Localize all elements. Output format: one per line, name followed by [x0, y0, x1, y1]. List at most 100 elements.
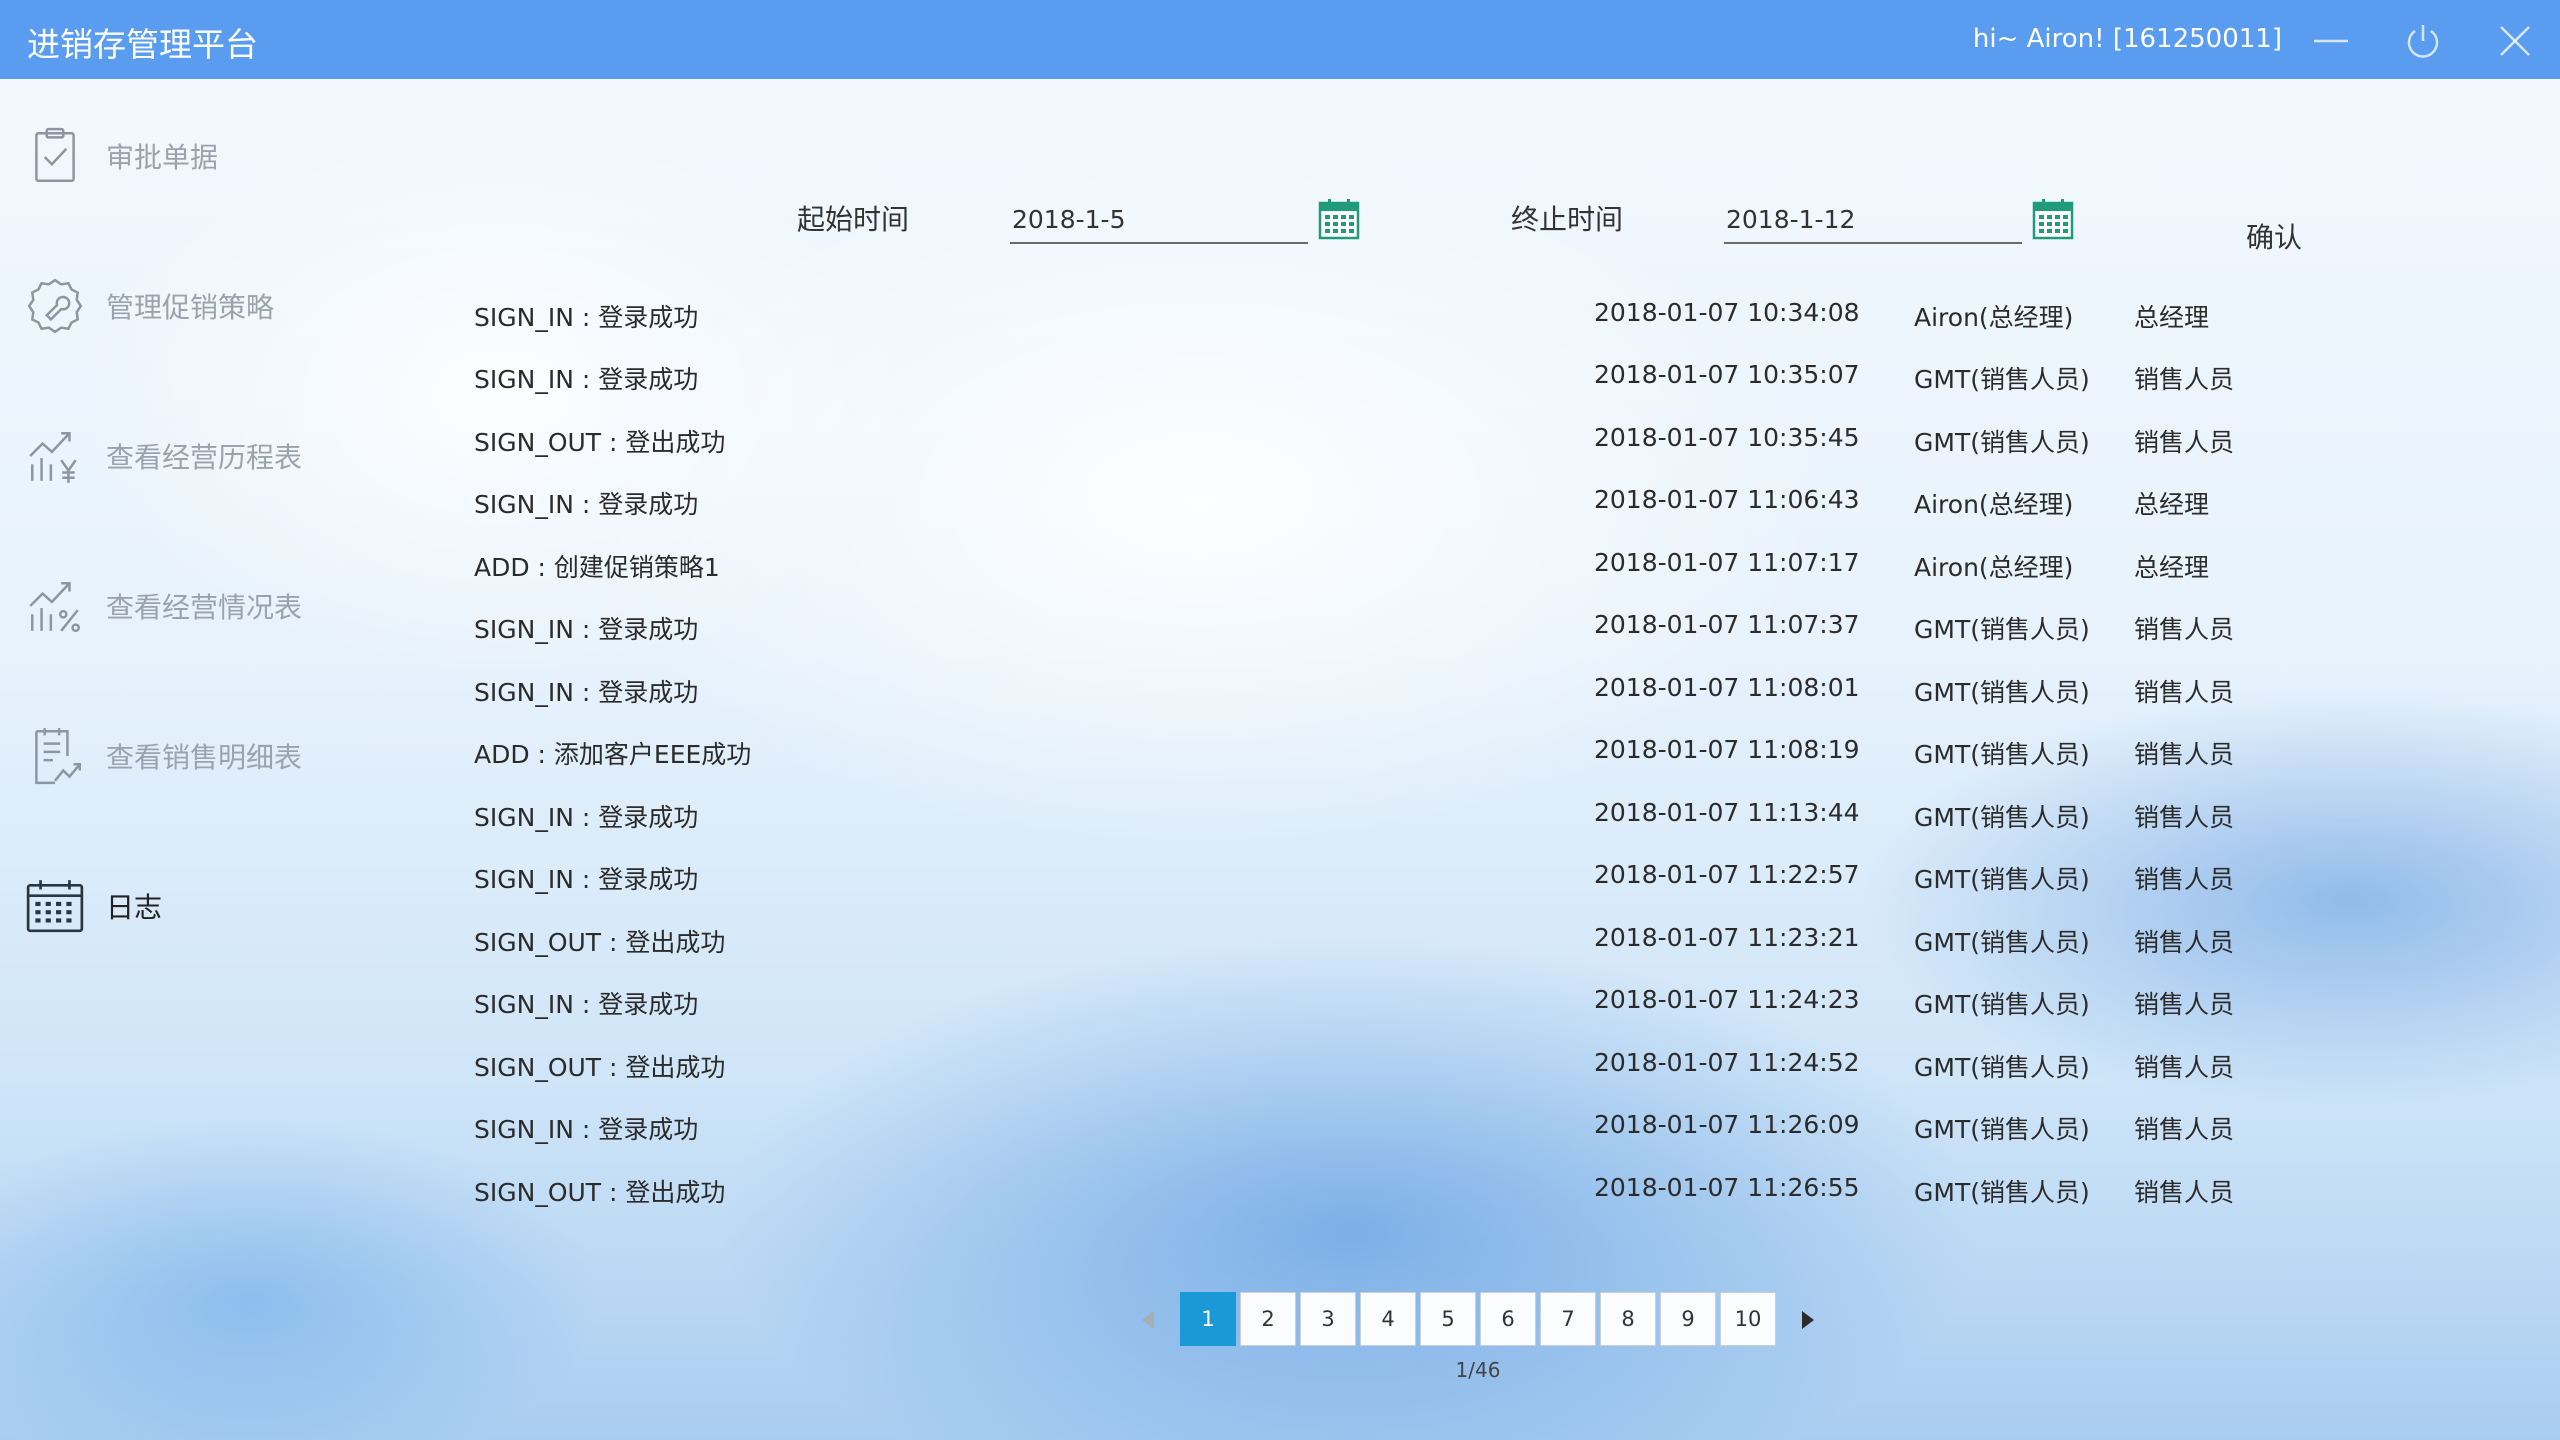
log-row: ADD : 创建促销策略1 2018-01-07 11:07:17 Airon(… [474, 548, 2274, 592]
sidebar-item-label: 查看经营情况表 [106, 591, 303, 624]
page-button[interactable]: 6 [1480, 1292, 1536, 1346]
page-button[interactable]: 9 [1660, 1292, 1716, 1346]
log-time: 2018-01-07 10:35:45 [1594, 423, 1860, 452]
prev-page-icon[interactable] [1128, 1300, 1168, 1340]
sidebar-item-promotion-strategy[interactable]: 管理促销策略 [22, 266, 362, 346]
sidebar-item-log[interactable]: 日志 [22, 866, 362, 946]
log-row: SIGN_OUT : 登出成功 2018-01-07 11:23:21 GMT(… [474, 923, 2274, 967]
log-role: 销售人员 [2134, 990, 2235, 1019]
sidebar-item-label: 审批单据 [106, 141, 219, 174]
page-button[interactable]: 1 [1180, 1292, 1236, 1346]
start-date-field[interactable] [1010, 196, 1308, 244]
page-button[interactable]: 2 [1240, 1292, 1296, 1346]
log-event: SIGN_IN : 登录成功 [474, 615, 699, 644]
log-time: 2018-01-07 11:23:21 [1594, 923, 1860, 952]
log-role: 总经理 [2134, 490, 2210, 519]
log-event: ADD : 创建促销策略1 [474, 553, 720, 582]
page-button[interactable]: 7 [1540, 1292, 1596, 1346]
power-icon[interactable] [2396, 14, 2450, 68]
chart-yen-icon [22, 423, 88, 489]
log-role: 销售人员 [2134, 1115, 2235, 1144]
end-date-field[interactable] [1724, 196, 2022, 244]
log-user: Airon(总经理) [1914, 553, 2074, 582]
log-event: SIGN_IN : 登录成功 [474, 678, 699, 707]
sidebar-item-label: 管理促销策略 [106, 291, 275, 324]
log-role: 销售人员 [2134, 928, 2235, 957]
log-event: SIGN_IN : 登录成功 [474, 365, 699, 394]
log-row: SIGN_OUT : 登出成功 2018-01-07 11:26:55 GMT(… [474, 1173, 2274, 1217]
clipboard-check-icon [22, 123, 88, 189]
log-user: GMT(销售人员) [1914, 1178, 2090, 1207]
close-icon[interactable] [2488, 14, 2542, 68]
log-event: SIGN_IN : 登录成功 [474, 1115, 699, 1144]
log-user: GMT(销售人员) [1914, 1053, 2090, 1082]
page-button[interactable]: 10 [1720, 1292, 1776, 1346]
log-row: SIGN_IN : 登录成功 2018-01-07 11:13:44 GMT(销… [474, 798, 2274, 842]
minimize-icon[interactable] [2304, 14, 2358, 68]
log-time: 2018-01-07 10:35:07 [1594, 360, 1860, 389]
log-role: 销售人员 [2134, 865, 2235, 894]
page-button[interactable]: 8 [1600, 1292, 1656, 1346]
gear-wrench-icon [22, 273, 88, 339]
log-time: 2018-01-07 11:08:19 [1594, 735, 1860, 764]
log-user: GMT(销售人员) [1914, 740, 2090, 769]
page-button[interactable]: 4 [1360, 1292, 1416, 1346]
log-time: 2018-01-07 11:22:57 [1594, 860, 1860, 889]
log-user: GMT(销售人员) [1914, 928, 2090, 957]
sidebar-item-business-history[interactable]: 查看经营历程表 [22, 416, 362, 496]
log-event: SIGN_OUT : 登出成功 [474, 928, 726, 957]
log-row: SIGN_IN : 登录成功 2018-01-07 11:24:23 GMT(销… [474, 985, 2274, 1029]
log-row: SIGN_IN : 登录成功 2018-01-07 10:34:08 Airon… [474, 298, 2274, 342]
log-role: 总经理 [2134, 553, 2210, 582]
sidebar-item-label: 查看经营历程表 [106, 441, 303, 474]
log-time: 2018-01-07 11:24:52 [1594, 1048, 1860, 1077]
log-role: 销售人员 [2134, 803, 2235, 832]
log-role: 销售人员 [2134, 1178, 2235, 1207]
log-user: GMT(销售人员) [1914, 865, 2090, 894]
log-user: GMT(销售人员) [1914, 615, 2090, 644]
log-row: SIGN_IN : 登录成功 2018-01-07 10:35:07 GMT(销… [474, 360, 2274, 404]
log-event: SIGN_OUT : 登出成功 [474, 428, 726, 457]
sidebar-item-sales-detail[interactable]: 查看销售明细表 [22, 716, 362, 796]
log-row: ADD : 添加客户EEE成功 2018-01-07 11:08:19 GMT(… [474, 735, 2274, 779]
log-event: SIGN_IN : 登录成功 [474, 865, 699, 894]
log-time: 2018-01-07 11:26:09 [1594, 1110, 1860, 1139]
app-title: 进销存管理平台 [27, 25, 258, 64]
end-date-calendar-icon[interactable] [2031, 197, 2075, 241]
log-row: SIGN_IN : 登录成功 2018-01-07 11:06:43 Airon… [474, 485, 2274, 529]
log-time: 2018-01-07 11:06:43 [1594, 485, 1860, 514]
log-role: 销售人员 [2134, 1053, 2235, 1082]
log-event: SIGN_OUT : 登出成功 [474, 1178, 726, 1207]
log-time: 2018-01-07 11:26:55 [1594, 1173, 1860, 1202]
log-event: SIGN_IN : 登录成功 [474, 490, 699, 519]
start-date-calendar-icon[interactable] [1317, 197, 1361, 241]
sidebar-item-business-status[interactable]: 查看经营情况表 [22, 566, 362, 646]
log-event: SIGN_IN : 登录成功 [474, 803, 699, 832]
log-user: Airon(总经理) [1914, 303, 2074, 332]
page-button[interactable]: 3 [1300, 1292, 1356, 1346]
sidebar-item-approve-documents[interactable]: 审批单据 [22, 116, 362, 196]
log-row: SIGN_OUT : 登出成功 2018-01-07 10:35:45 GMT(… [474, 423, 2274, 467]
log-time: 2018-01-07 10:34:08 [1594, 298, 1860, 327]
start-time-label: 起始时间 [797, 203, 910, 236]
log-user: GMT(销售人员) [1914, 365, 2090, 394]
log-event: ADD : 添加客户EEE成功 [474, 740, 752, 769]
end-time-label: 终止时间 [1511, 203, 1624, 236]
title-bar: 进销存管理平台 hi~ Airon! [161250011] [0, 0, 2560, 79]
log-event: SIGN_IN : 登录成功 [474, 303, 699, 332]
log-role: 销售人员 [2134, 740, 2235, 769]
log-role: 销售人员 [2134, 365, 2235, 394]
confirm-button[interactable]: 确认 [2246, 216, 2302, 256]
log-event: SIGN_IN : 登录成功 [474, 990, 699, 1019]
log-role: 销售人员 [2134, 615, 2235, 644]
log-row: SIGN_OUT : 登出成功 2018-01-07 11:24:52 GMT(… [474, 1048, 2274, 1092]
sidebar-item-label: 查看销售明细表 [106, 741, 303, 774]
page-button[interactable]: 5 [1420, 1292, 1476, 1346]
log-user: GMT(销售人员) [1914, 803, 2090, 832]
next-page-icon[interactable] [1788, 1300, 1828, 1340]
log-event: SIGN_OUT : 登出成功 [474, 1053, 726, 1082]
log-user: GMT(销售人员) [1914, 678, 2090, 707]
calendar-icon [22, 873, 88, 939]
log-time: 2018-01-07 11:08:01 [1594, 673, 1860, 702]
log-role: 销售人员 [2134, 428, 2235, 457]
